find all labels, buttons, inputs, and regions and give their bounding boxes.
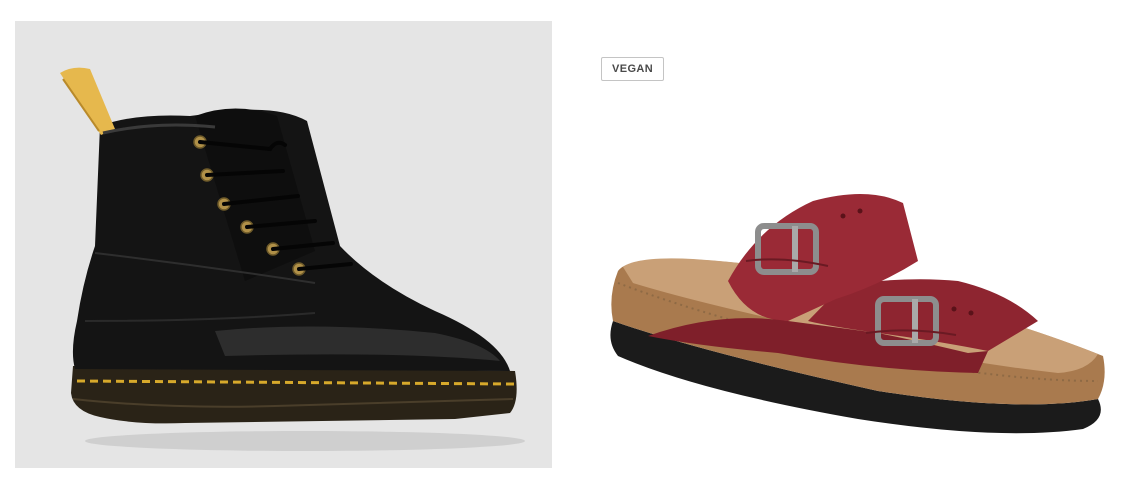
vegan-badge: VEGAN bbox=[601, 57, 665, 81]
black-leather-boot-illustration bbox=[60, 67, 525, 451]
product-card-sandal[interactable]: VEGAN bbox=[578, 21, 1125, 468]
boot-image[interactable] bbox=[15, 21, 552, 468]
product-card-boot[interactable] bbox=[15, 21, 552, 468]
red-two-strap-sandal-illustration bbox=[610, 193, 1105, 434]
sandal-image[interactable] bbox=[578, 21, 1125, 468]
